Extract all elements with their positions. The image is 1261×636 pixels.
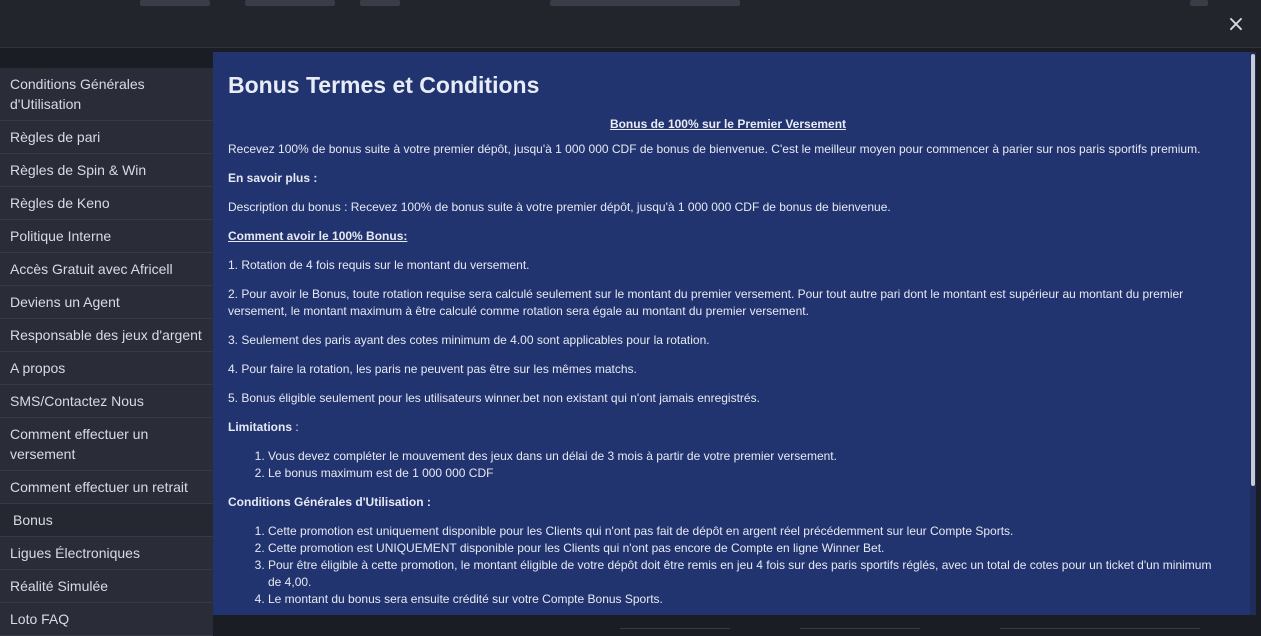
limitations-heading: Limitations : [228,419,1228,436]
background-header [0,0,1261,48]
list-item: Pour être éligible à cette promotion, le… [268,557,1228,591]
sidebar-item-label: Réalité Simulée [10,578,109,594]
sidebar-item-label: A propos [10,360,66,376]
sidebar-item-label: Bonus [13,512,53,528]
limitations-label: Limitations [228,420,293,434]
sidebar-item-contact[interactable]: SMS/Contactez Nous [0,385,213,418]
step-item: 3. Seulement des paris ayant des cotes m… [228,333,710,347]
list-item: Vous devez compléter le mouvement des je… [268,448,1228,465]
conditions-heading: Conditions Générales d'Utilisation : [228,495,431,509]
sidebar-item-label: Comment effectuer un versement [10,426,149,462]
sidebar-item-label: Loto FAQ [10,611,70,627]
sidebar-item-label: Règles de Keno [10,195,110,211]
sidebar-item-about[interactable]: A propos [0,352,213,385]
list-item: Cette promotion est UNIQUEMENT disponibl… [268,540,1228,557]
sidebar-item-africell[interactable]: Accès Gratuit avec Africell [0,253,213,286]
page-title: Bonus Termes et Conditions [228,72,540,98]
sidebar-item-label: Règles de pari [10,129,101,145]
content-panel: Bonus Termes et Conditions Bonus de 100%… [213,52,1256,615]
sidebar-item-label: Deviens un Agent [10,294,120,310]
sidebar-item-e-leagues[interactable]: Ligues Électroniques [0,537,213,570]
step-item: 5. Bonus éligible seulement pour les uti… [228,391,760,405]
conditions-list: Cette promotion est uniquement disponibl… [268,523,1228,608]
step-item: 2. Pour avoir le Bonus, toute rotation r… [228,287,1184,318]
intro-text: Recevez 100% de bonus suite à votre prem… [228,142,1201,156]
sidebar-item-spin-win[interactable]: Règles de Spin & Win [0,154,213,187]
content-body: Bonus Termes et Conditions Bonus de 100%… [213,52,1243,608]
step-item: 4. Pour faire la rotation, les paris ne … [228,362,637,376]
background-footer [213,615,1261,636]
section-subtitle: Bonus de 100% sur le Premier Versement [609,117,847,131]
sidebar-item-label: Responsable des jeux d'argent [10,327,202,343]
list-item: Le montant du bonus sera ensuite crédité… [268,591,1228,608]
sidebar-item-agent[interactable]: Deviens un Agent [0,286,213,319]
list-item: Le bonus maximum est de 1 000 000 CDF [268,465,1228,482]
description-text: Description du bonus : Recevez 100% de b… [228,200,891,214]
background-element [1000,628,1200,629]
learn-more-heading: En savoir plus : [228,171,318,185]
background-element [360,0,400,6]
sidebar-item-label: Conditions Générales d'Utilisation [10,76,145,112]
sidebar-item-withdraw[interactable]: Comment effectuer un retrait [0,471,213,504]
sidebar-item-loto-faq[interactable]: Loto FAQ [0,603,213,636]
sidebar-item-conditions[interactable]: Conditions Générales d'Utilisation [0,68,213,121]
scrollbar-thumb[interactable] [1251,54,1255,486]
sidebar-item-label: SMS/Contactez Nous [10,393,144,409]
sidebar-nav: Conditions Générales d'Utilisation Règle… [0,68,213,636]
list-item: Cette promotion est uniquement disponibl… [268,523,1228,540]
step-item: 1. Rotation de 4 fois requis sur le mont… [228,258,530,272]
background-element [140,0,210,6]
close-icon[interactable]: × [1225,14,1247,36]
background-element [245,0,335,6]
sidebar-item-label: Politique Interne [10,228,112,244]
sidebar-item-betting-rules[interactable]: Règles de pari [0,121,213,154]
limitations-colon: : [292,420,299,434]
background-element [800,628,920,629]
sidebar-item-label: Accès Gratuit avec Africell [10,261,173,277]
sidebar-item-keno[interactable]: Règles de Keno [0,187,213,220]
how-to-heading: Comment avoir le 100% Bonus: [228,229,408,243]
limitations-list: Vous devez compléter le mouvement des je… [268,448,1228,482]
background-element [620,628,730,629]
sidebar-item-label: Règles de Spin & Win [10,162,147,178]
sidebar-item-bonus[interactable]: Bonus [0,504,213,537]
sidebar-item-label: Comment effectuer un retrait [10,479,188,495]
sidebar-item-policy[interactable]: Politique Interne [0,220,213,253]
sidebar-item-deposit[interactable]: Comment effectuer un versement [0,418,213,471]
background-element [1190,0,1208,6]
background-element [550,0,740,6]
sidebar-item-label: Ligues Électroniques [10,545,140,561]
sidebar-item-responsible[interactable]: Responsable des jeux d'argent [0,319,213,352]
sidebar-item-simulated-reality[interactable]: Réalité Simulée [0,570,213,603]
